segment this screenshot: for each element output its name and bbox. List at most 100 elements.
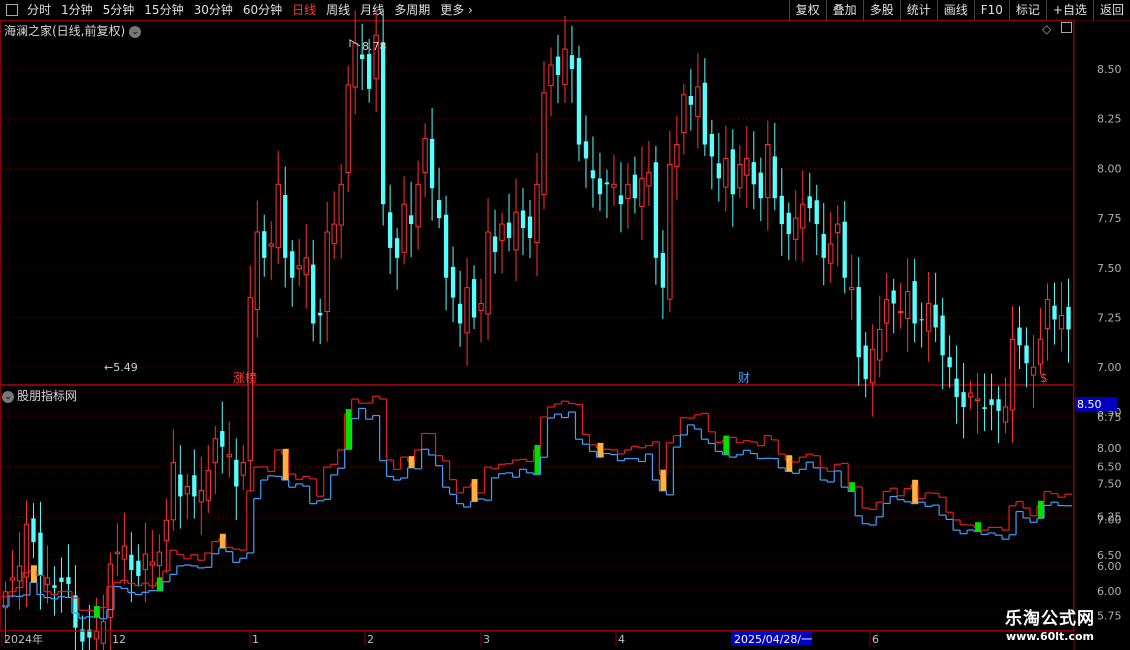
candle-body-up	[967, 392, 974, 398]
event-marker: $	[1040, 371, 1048, 385]
candle-body-down	[380, 42, 386, 205]
candle-body-down	[366, 54, 372, 89]
candle-body-up	[884, 299, 890, 324]
ind-axis-highlight-value: 8.50	[1077, 398, 1102, 411]
candle-body-up	[681, 94, 687, 134]
candle-body-down	[220, 431, 225, 447]
indicator-signal-bar	[975, 522, 982, 532]
candle-body-down	[429, 138, 435, 189]
candle-body-up	[184, 485, 190, 495]
candle-body-up	[422, 138, 428, 173]
candle-body-up	[877, 328, 883, 361]
candle-body-down	[555, 56, 561, 75]
candle-body-up	[1030, 366, 1037, 376]
indicator-signal-bar	[786, 455, 793, 472]
ind-axis-label: 7.00	[1097, 513, 1122, 526]
indicator-signal-bar	[723, 435, 730, 455]
candle-body-up	[121, 545, 128, 560]
candle-body-up	[1058, 315, 1065, 330]
candle-body-up	[541, 92, 547, 196]
event-marker: 财	[738, 371, 750, 385]
candle-body-down	[394, 238, 400, 258]
candle-body-down	[283, 195, 288, 258]
candle-body-up	[303, 257, 309, 276]
candle-body-down	[576, 58, 582, 145]
candle-body-up	[240, 462, 246, 476]
indicator-signal-bar	[534, 444, 541, 475]
candle-body-down	[597, 178, 603, 195]
candle-body-up	[674, 144, 680, 167]
watermark: 乐淘公式网 www.60lt.com	[990, 604, 1110, 643]
candle-body-down	[842, 221, 847, 278]
indicator-signal-bar	[30, 565, 37, 583]
candle-body-down	[786, 212, 791, 235]
candle-body-up	[324, 231, 330, 313]
indicator-signal-bar	[912, 479, 919, 504]
candle-body-up	[142, 553, 149, 571]
indicator-signal-bar	[345, 409, 352, 450]
candle-body-down	[492, 236, 498, 252]
candle-body-down	[1052, 305, 1057, 320]
candle-body-up	[744, 157, 750, 176]
price-axis-label: 7.25	[1097, 312, 1122, 325]
indicator-signal-bar	[93, 606, 100, 618]
candle-body-up	[254, 231, 260, 311]
candle-body-up	[478, 303, 484, 311]
date-axis-label: 12	[112, 633, 126, 646]
indicator-signal-bar	[849, 482, 856, 492]
date-axis-label: 2025/04/28/一	[734, 633, 812, 646]
candle-body-up	[163, 519, 170, 541]
candle-body-up	[205, 470, 211, 501]
candle-body-down	[262, 231, 267, 258]
indicator-signal-bar	[471, 479, 478, 502]
date-axis-label: 3	[483, 633, 490, 646]
candle-body-down	[129, 554, 134, 570]
candle-body-down	[136, 560, 141, 576]
candle-body-down	[506, 222, 512, 238]
candle-body-up	[44, 577, 51, 585]
candle-body-down	[814, 200, 819, 225]
candle-body-down	[527, 216, 533, 238]
candle-body-up	[401, 203, 407, 253]
candle-body-down	[688, 95, 694, 105]
candle-body-down	[1024, 345, 1029, 364]
price-axis-label: 8.25	[1097, 113, 1122, 126]
candle-body-up	[765, 144, 771, 199]
candle-body-down	[758, 172, 763, 199]
candle-body-up	[149, 561, 156, 566]
candle-body-down	[604, 182, 610, 185]
candle-body-up	[226, 454, 232, 458]
date-axis-label: 1	[252, 633, 259, 646]
indicator-signal-bar	[408, 456, 415, 468]
candle-body-down	[234, 459, 239, 487]
candle-body-down	[471, 279, 477, 318]
candle-body-down	[821, 233, 826, 258]
candle-body-up	[646, 171, 652, 187]
candle-body-down	[1017, 327, 1022, 346]
candle-body-up	[513, 211, 519, 251]
price-axis-label: 6.50	[1097, 461, 1122, 474]
chart-canvas[interactable]: 8.508.258.007.757.507.257.006.756.506.25…	[0, 0, 1130, 650]
candle-body-down	[52, 585, 57, 588]
candle-body-up	[331, 223, 337, 245]
price-axis-label: 8.50	[1097, 63, 1122, 76]
candle-body-up	[534, 183, 540, 244]
candle-body-up	[198, 489, 204, 503]
candle-body-down	[961, 392, 966, 407]
candle-body-down	[290, 251, 295, 278]
candle-body-up	[611, 183, 617, 188]
candle-body-up	[1002, 406, 1009, 423]
watermark-title: 乐淘公式网	[1005, 609, 1095, 629]
candle-body-down	[863, 345, 868, 380]
candle-body-down	[450, 266, 456, 298]
candle-body-up	[1044, 299, 1051, 329]
candle-body-down	[38, 532, 43, 576]
indicator-signal-bar	[156, 577, 163, 591]
indicator-panel-border	[0, 385, 1074, 631]
candle-body-up	[925, 303, 932, 332]
candle-body-down	[520, 210, 526, 229]
watermark-url: www.60lt.com	[1005, 630, 1095, 643]
candle-body-down	[590, 170, 596, 179]
date-axis-label: 2	[367, 633, 374, 646]
candle-body-down	[702, 82, 708, 145]
